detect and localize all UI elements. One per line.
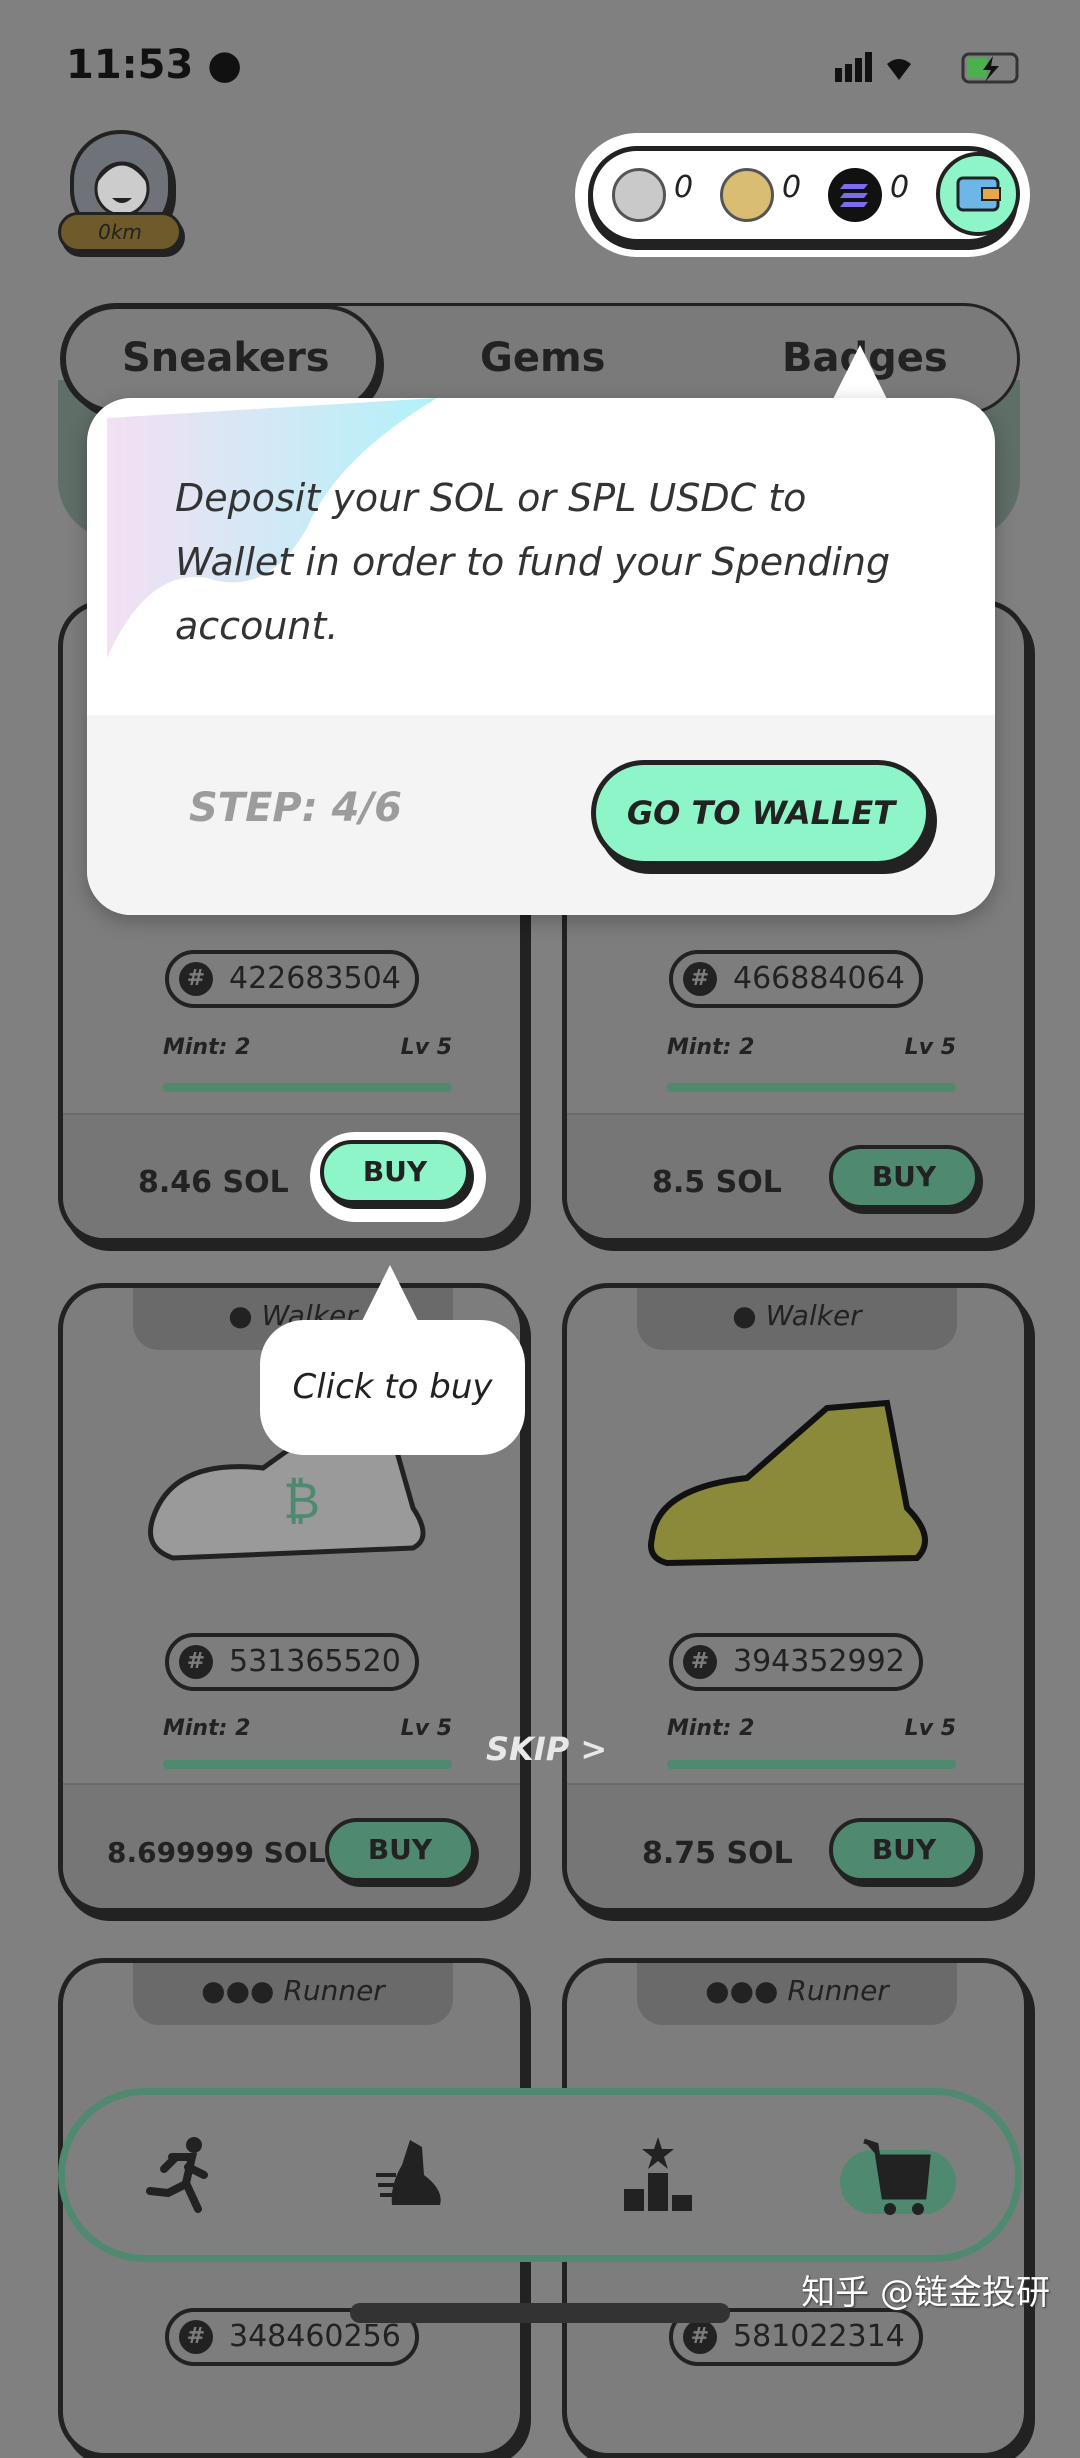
buy-button[interactable]: BUY [829,1818,979,1882]
progress-bar [667,1083,956,1092]
run-icon[interactable] [142,2135,222,2215]
sneaker-id: #422683504 [165,950,419,1008]
level: Lv 5 [904,1716,956,1741]
sneaker-id: #466884064 [669,950,923,1008]
category-label: ●●● Runner [133,1963,453,2025]
gmt-coin-icon [720,168,774,222]
sol-coin-icon [828,168,882,222]
status-time: 11:53 ● [66,42,243,88]
category-label: ●●● Runner [637,1963,957,2025]
progress-bar [667,1760,956,1769]
leaderboard-icon[interactable] [618,2135,698,2215]
gmt-balance: 0 [782,170,802,205]
price: 8.75 SOL [642,1836,793,1871]
svg-text:₿: ₿ [283,1472,320,1530]
signal-icon [835,52,872,82]
price: 8.46 SOL [138,1165,289,1200]
watermark: 知乎 @链金投研 [801,2273,1050,2313]
sneaker-id: #531365520 [165,1633,419,1691]
category-label: ● Walker [637,1288,957,1350]
buy-hint-bubble: Click to buy [260,1320,525,1455]
hash-icon: # [683,962,717,996]
home-indicator[interactable] [350,2303,730,2323]
level: Lv 5 [400,1035,452,1060]
gst-sneaker-coin-icon [612,168,666,222]
hash-icon: # [179,962,213,996]
gst-balance: 0 [674,170,694,205]
hash-icon: # [179,2320,213,2354]
go-to-wallet-button[interactable]: GO TO WALLET [591,760,931,866]
tutorial-popup: Deposit your SOL or SPL USDC to Wallet i… [87,398,995,915]
distance-badge: 0km [58,212,182,252]
step-indicator: STEP: 4/6 [189,785,402,831]
status-icons [835,52,1019,84]
buy-button[interactable]: BUY [325,1818,475,1882]
progress-bar [163,1083,452,1092]
hash-icon: # [683,1645,717,1679]
footprints-icon: ●●● [705,1974,788,2007]
mint-count: Mint: 2 [163,1716,251,1741]
buy-button[interactable]: BUY [829,1145,979,1209]
mint-count: Mint: 2 [163,1035,251,1060]
wallet-icon [956,176,1001,212]
wifi-icon [887,59,911,80]
footprint-icon: ● [732,1299,766,1332]
price: 8.699999 SOL [107,1836,326,1869]
popup-pointer [830,345,890,405]
sol-balance: 0 [890,170,910,205]
wallet-button[interactable] [936,152,1020,236]
hash-icon: # [179,1645,213,1679]
buy-button[interactable]: BUY [320,1140,470,1204]
cart-icon[interactable] [858,2135,938,2215]
level: Lv 5 [400,1716,452,1741]
tutorial-text: Deposit your SOL or SPL USDC to Wallet i… [175,476,891,648]
level: Lv 5 [904,1035,956,1060]
progress-bar [163,1760,452,1769]
tab-gems[interactable]: Gems [480,335,605,381]
skip-button[interactable]: SKIP > [486,1730,607,1768]
listing-card[interactable]: ● Walker #394352992 Mint: 2 Lv 5 8.75 SO… [562,1283,1029,1913]
person-icon: ● [207,42,243,88]
mint-count: Mint: 2 [667,1716,755,1741]
buy-hint-pointer [360,1265,420,1325]
battery-icon [961,52,1019,84]
price: 8.5 SOL [652,1165,782,1200]
sneaker-id: #394352992 [669,1633,923,1691]
footprint-icon: ● [228,1299,262,1332]
sneaker-image [648,1399,928,1567]
hash-icon: # [683,2320,717,2354]
sneaker-icon[interactable] [372,2135,452,2215]
mint-count: Mint: 2 [667,1035,755,1060]
footprints-icon: ●●● [201,1974,284,2007]
tab-sneakers-label[interactable]: Sneakers [122,335,330,381]
